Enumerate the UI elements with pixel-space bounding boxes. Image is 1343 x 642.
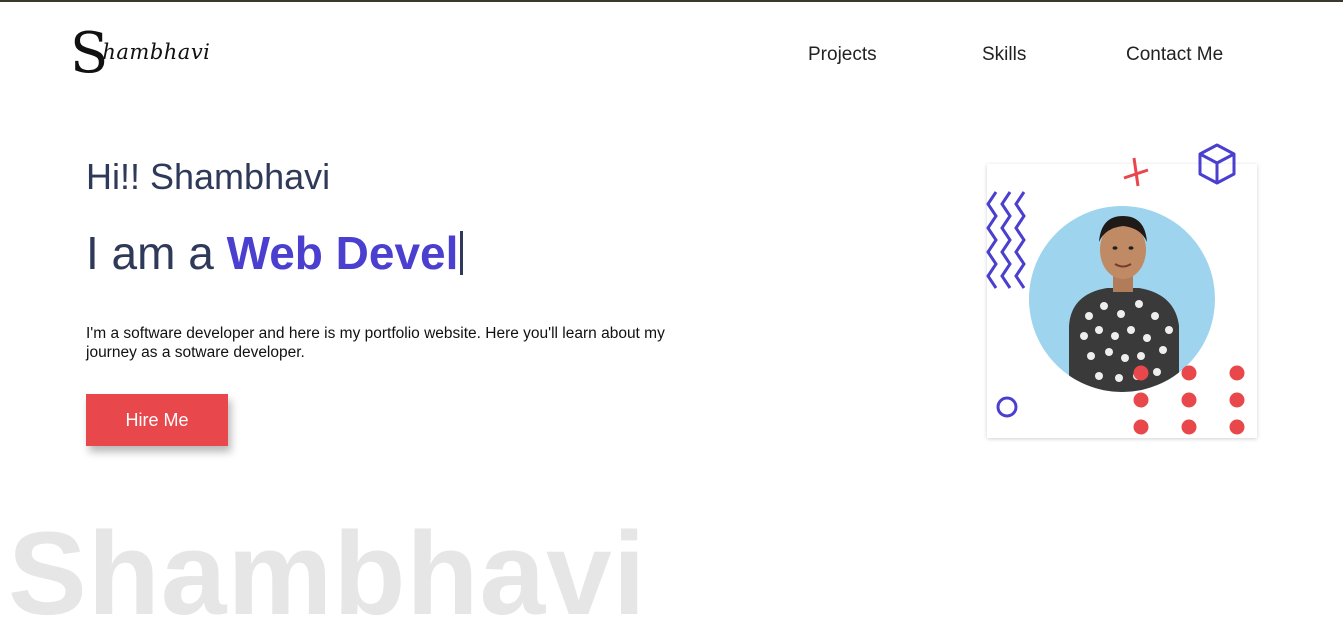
hire-me-button[interactable]: Hire Me: [86, 394, 228, 446]
top-border: [0, 0, 1343, 2]
intro-prefix: I am a: [86, 227, 227, 279]
profile-decorations: [986, 143, 1245, 435]
logo-text: hambhavi: [102, 40, 211, 64]
intro-heading: I am a Web Devel: [86, 226, 464, 280]
dots-grid-icon: [1133, 365, 1245, 435]
typed-role: Web Devel: [226, 227, 459, 279]
bio-text: I'm a software developer and here is my …: [86, 325, 665, 361]
ring-icon: [996, 396, 1018, 418]
nav-contact-me[interactable]: Contact Me: [1126, 44, 1223, 66]
nav-skills[interactable]: Skills: [982, 44, 1026, 66]
logo[interactable]: S hambhavi: [70, 26, 210, 82]
cross-icon: [1123, 157, 1149, 187]
nav-projects[interactable]: Projects: [808, 44, 877, 66]
typing-cursor: [460, 231, 464, 275]
background-watermark: Shambhavi: [8, 508, 647, 640]
zigzag-icon: [986, 191, 1026, 289]
cube-icon: [1198, 143, 1236, 185]
greeting: Hi!! Shambhavi: [86, 156, 331, 197]
